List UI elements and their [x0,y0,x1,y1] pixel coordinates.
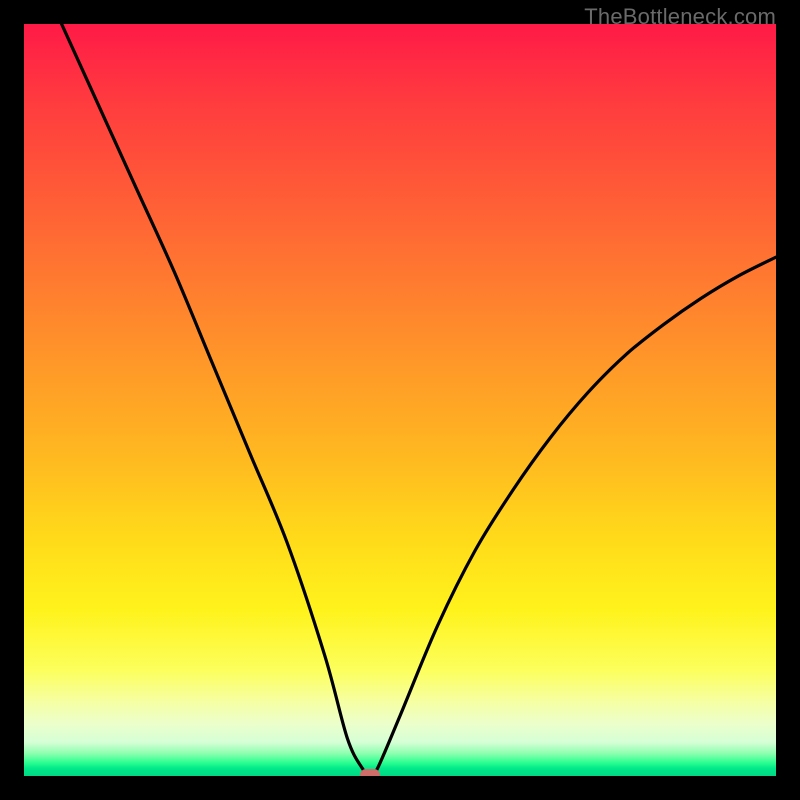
plot-area [24,24,776,776]
min-marker [360,769,380,776]
watermark-text: TheBottleneck.com [584,4,776,30]
curve-layer [24,24,776,776]
chart-frame: TheBottleneck.com [0,0,800,800]
bottleneck-curve [62,24,776,776]
